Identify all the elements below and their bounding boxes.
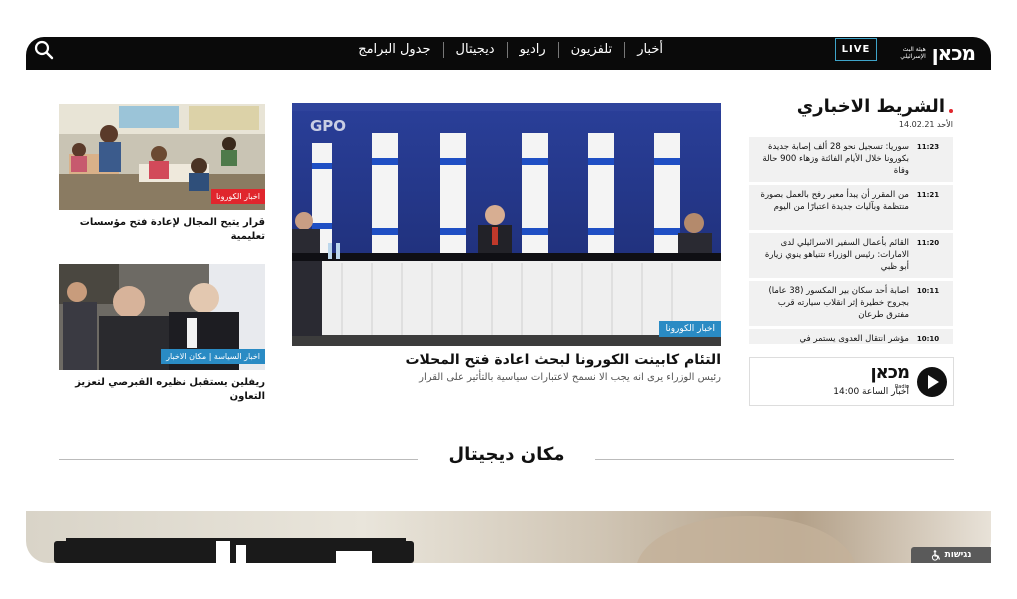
radio-player[interactable]: מכאן Radio أخبار الساعة 14:00 — [749, 357, 954, 406]
news-ticker: الشريط الاخباري الأحد 14.02.21 11:23 سور… — [749, 96, 953, 344]
category-tag[interactable]: اخبار الكورونا — [659, 321, 721, 337]
ticker-text[interactable]: مؤشر انتقال العدوى يستمر في — [755, 333, 909, 344]
nav-item-tv[interactable]: تلفزيون — [557, 42, 625, 58]
feature-subtitle: رئيس الوزراء يرى انه يجب الا نسمح لاعتبا… — [419, 372, 721, 383]
ticker-text[interactable]: القائم بأعمال السفير الاسرائيلي لدى الام… — [755, 237, 909, 274]
ticker-item[interactable]: 10:11 اصابة أحد سكان بير المكسور (38 عام… — [749, 281, 953, 329]
radio-logo: מכאן — [870, 362, 910, 383]
live-dot-icon — [949, 108, 953, 113]
ticker-time: 10:10 — [916, 335, 940, 343]
gpo-label: GPO — [310, 117, 347, 135]
main-nav: أخبار تلفزيون راديو ديجيتال جدول البرامج — [346, 37, 675, 63]
nav-item-news[interactable]: أخبار — [624, 42, 675, 58]
ticker-time: 11:21 — [916, 191, 940, 199]
news-card[interactable]: اخبار الكورونا قرار يتيح المجال لإعادة ف… — [59, 104, 265, 244]
category-tag[interactable]: اخبار السياسة | مكان الاخبار — [161, 349, 265, 364]
wheelchair-icon — [931, 549, 940, 561]
ticker-item[interactable]: 10:10 مؤشر انتقال العدوى يستمر في — [749, 329, 953, 344]
ticker-text[interactable]: من المقرر أن يبدأ معبر رفح بالعمل بصورة … — [755, 189, 909, 226]
ticker-item[interactable]: 11:20 القائم بأعمال السفير الاسرائيلي لد… — [749, 233, 953, 281]
nav-item-schedule[interactable]: جدول البرامج — [346, 42, 442, 58]
site-logo[interactable]: מכאן هيئة البث الإسرائيلي — [898, 39, 976, 67]
top-navigation-bar: מכאן هيئة البث الإسرائيلي LIVE أخبار تلف… — [26, 37, 991, 70]
section-heading: مكان ديجيتال — [59, 444, 954, 474]
ticker-time: 11:23 — [916, 143, 940, 151]
digital-banner[interactable] — [26, 511, 991, 563]
ticker-title: الشريط الاخباري — [749, 96, 953, 117]
card-title[interactable]: ريفلين يستقبل نظيره القبرصي لتعزيز التعا… — [59, 376, 265, 404]
ticker-date: الأحد 14.02.21 — [898, 120, 953, 129]
feature-headline[interactable]: التئام كابينت الكورونا لبحث اعادة فتح ال… — [292, 352, 721, 368]
category-tag[interactable]: اخبار الكورونا — [210, 189, 265, 204]
radio-schedule: أخبار الساعة 14:00 — [833, 387, 909, 397]
ticker-time: 10:11 — [916, 287, 940, 295]
ticker-time: 11:20 — [916, 239, 940, 247]
cabinet-meeting-photo: GPO اخبار الكورونا — [292, 103, 721, 346]
nav-item-radio[interactable]: راديو — [506, 42, 558, 58]
ticker-text[interactable]: اصابة أحد سكان بير المكسور (38 عاما) بجر… — [755, 285, 909, 322]
ticker-text[interactable]: سوريا: تسجيل نحو 28 ألف إصابة جديدة بكور… — [755, 141, 909, 178]
classroom-photo: اخبار الكورونا — [59, 104, 265, 210]
section-title[interactable]: مكان ديجيتال — [59, 444, 954, 465]
card-title[interactable]: قرار يتيح المجال لإعادة فتح مؤسسات تعليم… — [59, 216, 265, 244]
logo-text: מכאן — [931, 41, 976, 65]
search-icon[interactable] — [34, 40, 54, 60]
nav-item-digital[interactable]: ديجيتال — [442, 42, 507, 58]
accessibility-label: נגישות — [944, 550, 972, 560]
ticker-title-text: الشريط الاخباري — [796, 96, 945, 117]
accessibility-button[interactable]: נגישות — [911, 547, 991, 563]
news-card[interactable]: اخبار السياسة | مكان الاخبار ريفلين يستق… — [59, 264, 265, 404]
play-icon[interactable] — [917, 367, 947, 397]
live-button[interactable]: LIVE — [835, 38, 877, 61]
ticker-list[interactable]: 11:23 سوريا: تسجيل نحو 28 ألف إصابة جديد… — [749, 137, 953, 344]
ticker-item[interactable]: 11:23 سوريا: تسجيل نحو 28 ألف إصابة جديد… — [749, 137, 953, 185]
logo-subtitle: هيئة البث الإسرائيلي — [900, 46, 926, 60]
gpo-watermark: GPO — [310, 117, 346, 135]
leaders-photo: اخبار السياسة | مكان الاخبار — [59, 264, 265, 370]
featured-story[interactable]: GPO اخبار الكورونا التئام كابينت الكورون… — [292, 103, 721, 383]
ticker-item[interactable]: 11:21 من المقرر أن يبدأ معبر رفح بالعمل … — [749, 185, 953, 233]
